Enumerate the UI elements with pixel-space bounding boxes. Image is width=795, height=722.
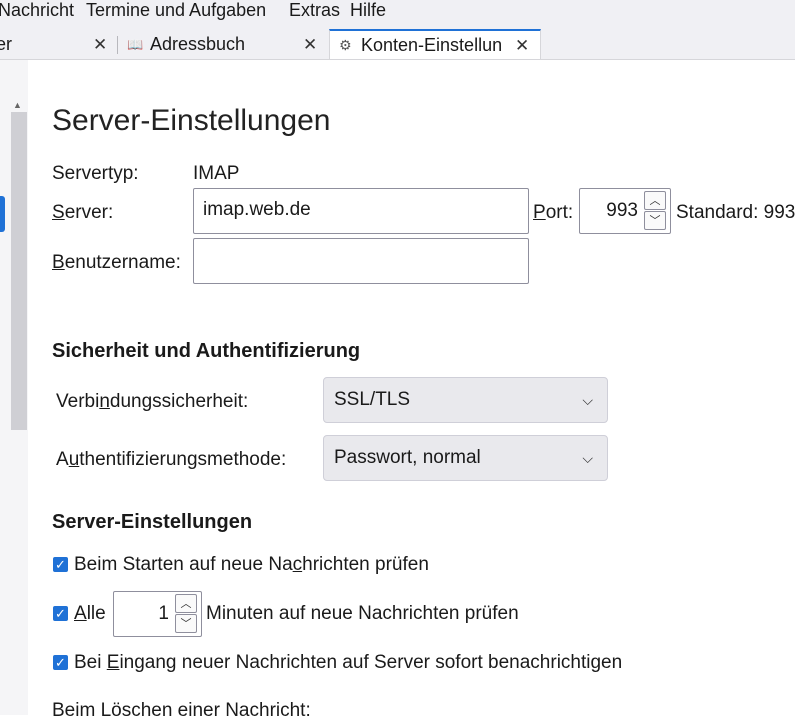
chevron-down-icon[interactable]: ﹀ <box>175 614 197 633</box>
close-icon[interactable]: ✕ <box>515 31 529 59</box>
server-input[interactable]: imap.web.de <box>193 188 529 234</box>
sidebar-scrollbar[interactable] <box>11 112 27 430</box>
menu-hilfe[interactable]: Hilfe <box>350 0 386 20</box>
settings-pane: Server-Einstellungen Servertyp: IMAP Ser… <box>28 60 795 721</box>
sidebar-selection-indicator <box>0 196 5 232</box>
tab-adressbuch[interactable]: 📖 Adressbuch ✕ <box>120 30 328 59</box>
security-heading: Sicherheit und Authentifizierung <box>52 340 361 362</box>
chevron-down-icon[interactable]: ﹀ <box>644 211 666 230</box>
tab-konten-label: Konten-Einstellun <box>361 35 503 55</box>
auth-method-select[interactable]: Passwort, normal ⌵ <box>323 435 608 481</box>
server-settings-heading: Server-Einstellungen <box>52 511 253 533</box>
notify-immediately-label[interactable]: Bei Eingang neuer Nachrichten auf Server… <box>74 652 622 674</box>
check-every-label[interactable]: Alle <box>74 603 106 625</box>
tab-mail-label: er <box>0 34 13 54</box>
tab-bar: er ✕ 📖 Adressbuch ✕ ⚙ Konten-Einstellun … <box>0 24 795 60</box>
on-delete-label: Beim Löschen einer Nachricht: <box>52 700 311 721</box>
port-label: Port: <box>533 202 574 223</box>
tab-konten-einstellungen[interactable]: ⚙ Konten-Einstellun ✕ <box>329 29 541 59</box>
auth-method-label: Authentifizierungsmethode: <box>56 449 287 470</box>
servertype-label: Servertyp: <box>52 163 139 184</box>
chevron-up-icon[interactable]: ︿ <box>644 191 666 210</box>
gear-icon: ⚙ <box>339 37 352 53</box>
connection-security-label: Verbindungssicherheit: <box>56 391 249 412</box>
tab-mail[interactable]: er ✕ <box>0 30 116 59</box>
check-on-start-checkbox[interactable]: ✓ <box>53 557 68 572</box>
connection-security-select[interactable]: SSL/TLS ⌵ <box>323 377 608 423</box>
connection-security-value: SSL/TLS <box>334 389 411 410</box>
page-title: Server-Einstellungen <box>52 104 331 137</box>
port-stepper[interactable]: 993 ︿ ﹀ <box>579 188 671 234</box>
check-every-suffix: Minuten auf neue Nachrichten prüfen <box>206 603 519 624</box>
account-sidebar: ▲ <box>0 60 28 715</box>
close-icon[interactable]: ✕ <box>93 30 107 59</box>
check-every-checkbox[interactable]: ✓ <box>53 606 68 621</box>
username-label: Benutzername: <box>52 252 181 273</box>
chevron-down-icon: ⌵ <box>582 392 593 408</box>
check-interval-value: 1 <box>158 603 169 624</box>
scroll-up-icon[interactable]: ▲ <box>13 100 22 110</box>
port-value: 993 <box>606 200 638 221</box>
check-interval-stepper[interactable]: 1 ︿ ﹀ <box>113 591 202 637</box>
username-input[interactable] <box>193 238 529 284</box>
port-default-text: Standard: 993 <box>676 202 795 223</box>
address-book-icon: 📖 <box>127 37 144 52</box>
check-on-start-label[interactable]: Beim Starten auf neue Nachrichten prüfen <box>74 554 429 576</box>
tab-separator <box>117 36 118 54</box>
menu-bar: Nachricht Termine und Aufgaben Extras Hi… <box>0 0 795 24</box>
chevron-down-icon: ⌵ <box>582 450 593 466</box>
chevron-up-icon[interactable]: ︿ <box>175 594 197 613</box>
menu-nachricht[interactable]: Nachricht <box>0 0 74 20</box>
servertype-value: IMAP <box>193 163 240 184</box>
auth-method-value: Passwort, normal <box>334 447 481 468</box>
server-label: Server: <box>52 202 114 223</box>
tab-adressbuch-label: Adressbuch <box>150 34 246 54</box>
menu-extras[interactable]: Extras <box>289 0 340 20</box>
menu-termine[interactable]: Termine und Aufgaben <box>86 0 266 20</box>
notify-immediately-checkbox[interactable]: ✓ <box>53 655 68 670</box>
close-icon[interactable]: ✕ <box>303 30 317 59</box>
